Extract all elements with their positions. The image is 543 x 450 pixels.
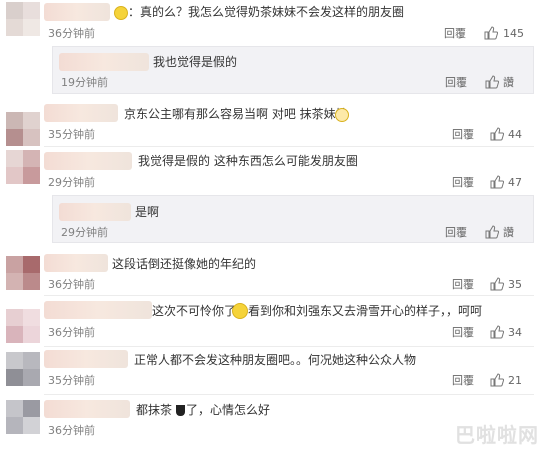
divider	[44, 146, 534, 147]
username-blurred[interactable]	[59, 203, 131, 221]
reply-button[interactable]: 回覆	[452, 374, 474, 388]
comment-text-b: 了，心情怎么好	[186, 403, 271, 417]
thumbs-up-icon[interactable]	[484, 26, 498, 40]
like-count: 44	[508, 128, 522, 141]
thumbs-up-icon[interactable]	[490, 127, 504, 141]
reply-button[interactable]: 回覆	[452, 278, 474, 292]
sub-reply-box: 是啊 29分钟前 回覆 讚	[52, 195, 534, 243]
comment-row: 这次不可怜你了 看到你和刘强东又去滑雪开心的样子，，呵呵 36分钟前 回覆 34	[0, 297, 543, 345]
comment-text: 正常人都不会发这种朋友圈吧。。何况她这种公众人物	[134, 353, 417, 367]
thumbs-up-icon[interactable]	[490, 277, 504, 291]
avatar[interactable]	[6, 352, 40, 386]
comment-text-b: 看到你和刘强东又去滑雪开心的样子，，呵呵	[248, 304, 483, 318]
reply-button[interactable]: 回覆	[452, 176, 474, 190]
avatar[interactable]	[6, 309, 40, 343]
comment-time: 35分钟前	[48, 374, 95, 387]
comment-time: 36分钟前	[48, 27, 95, 40]
divider	[44, 295, 534, 296]
reply-button[interactable]: 回覆	[445, 226, 467, 240]
comment-time: 36分钟前	[48, 424, 95, 437]
cat-emoji-icon	[335, 108, 349, 122]
username-blurred[interactable]	[44, 350, 128, 368]
watermark: 巴啦啦网	[455, 423, 539, 447]
reply-button[interactable]: 回覆	[444, 27, 466, 41]
thumbs-up-icon[interactable]	[490, 325, 504, 339]
like-count: 47	[508, 176, 522, 189]
avatar[interactable]	[6, 112, 40, 146]
comment-row: 京东公主哪有那么容易当啊 对吧 抹茶妹妹 35分钟前 回覆 44	[0, 98, 543, 146]
comment-text-a: 这次不可怜你了	[152, 304, 237, 318]
username-blurred[interactable]	[44, 400, 130, 418]
avatar[interactable]	[6, 400, 40, 434]
comment-time: 36分钟前	[48, 278, 95, 291]
thumbs-up-icon[interactable]	[490, 373, 504, 387]
comment-row: 正常人都不会发这种朋友圈吧。。何况她这种公众人物 35分钟前 回覆 21	[0, 348, 543, 394]
reply-button[interactable]: 回覆	[452, 326, 474, 340]
like-count: 21	[508, 374, 522, 387]
reply-time: 19分钟前	[61, 76, 108, 89]
comment-row: ：真的么？我怎么觉得奶茶妹妹不会发这样的朋友圈 36分钟前 回覆 145	[0, 0, 543, 44]
username-blurred[interactable]	[44, 301, 152, 319]
comment-row: 这段话倒还挺像她的年纪的 36分钟前 回覆 35	[0, 250, 543, 294]
thumbs-up-icon[interactable]	[485, 225, 499, 239]
sub-reply-box: 我也觉得是假的 19分钟前 回覆 讚	[52, 46, 534, 94]
username-blurred[interactable]	[44, 254, 108, 272]
reply-button[interactable]: 回覆	[452, 128, 474, 142]
thumbs-up-icon[interactable]	[490, 175, 504, 189]
bubble-tea-emoji-icon	[176, 405, 185, 416]
reply-button[interactable]: 回覆	[445, 76, 467, 90]
divider	[44, 346, 534, 347]
comment-text: ：真的么？我怎么觉得奶茶妹妹不会发这样的朋友圈	[128, 5, 405, 19]
avatar[interactable]	[6, 2, 40, 36]
comment-text: 这段话倒还挺像她的年纪的	[112, 257, 257, 271]
like-count: 145	[503, 27, 524, 40]
reply-time: 29分钟前	[61, 226, 108, 239]
comment-time: 36分钟前	[48, 326, 95, 339]
username-blurred[interactable]	[59, 53, 149, 71]
username-blurred[interactable]	[44, 3, 110, 21]
thumbs-up-icon[interactable]	[485, 75, 499, 89]
like-count: 34	[508, 326, 522, 339]
comment-time: 35分钟前	[48, 128, 95, 141]
comment-time: 29分钟前	[48, 176, 95, 189]
like-label[interactable]: 讚	[503, 76, 514, 90]
avatar[interactable]	[6, 256, 40, 290]
comment-row: 我觉得是假的 这种东西怎么可能发朋友圈 29分钟前 回覆 47	[0, 148, 543, 194]
avatar[interactable]	[6, 150, 40, 184]
reply-text: 我也觉得是假的	[153, 55, 238, 69]
username-blurred[interactable]	[44, 104, 118, 122]
comment-text: 京东公主哪有那么容易当啊 对吧 抹茶妹妹	[124, 107, 348, 121]
username-blurred[interactable]	[44, 152, 132, 170]
divider	[44, 394, 534, 395]
reply-text: 是啊	[135, 205, 160, 219]
grin-emoji-icon	[232, 303, 248, 319]
comment-text: 我觉得是假的 这种东西怎么可能发朋友圈	[138, 154, 358, 168]
smile-emoji-icon	[114, 6, 128, 20]
like-label[interactable]: 讚	[503, 226, 514, 240]
like-count: 35	[508, 278, 522, 291]
comment-text-a: 都抹茶	[136, 403, 173, 417]
